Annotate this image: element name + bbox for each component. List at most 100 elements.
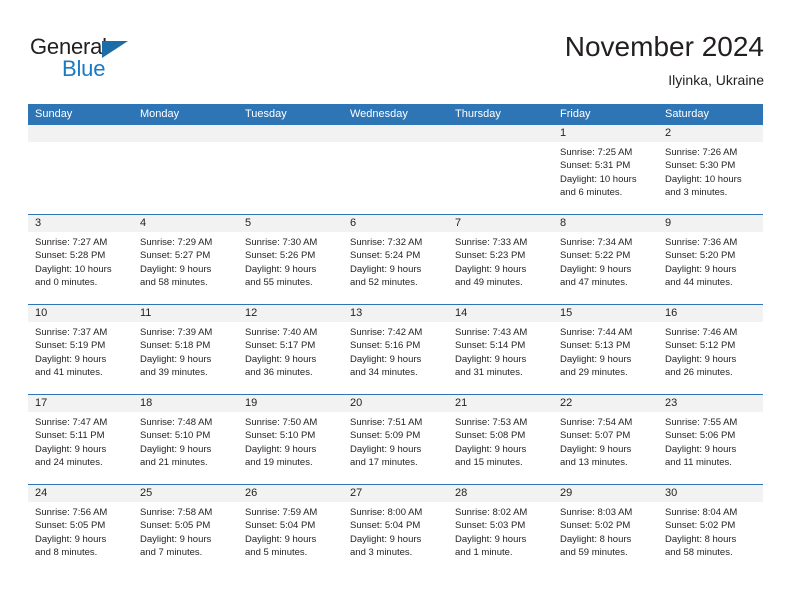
day-details: Sunrise: 8:03 AM Sunset: 5:02 PM Daylight:… (553, 502, 658, 560)
daylight-text-line2: and 13 minutes. (560, 457, 628, 469)
day-cell[interactable]: 10 Sunrise: 7:37 AM Sunset: 5:19 PM Dayligh… (28, 305, 133, 394)
day-details: Sunrise: 7:36 AM Sunset: 5:20 PM Daylight:… (658, 232, 763, 290)
daylight-text-line1: Daylight: 10 hours (35, 263, 112, 275)
weekday-wednesday: Wednesday (350, 108, 408, 120)
calendar-page: General Blue November 2024 Ilyinka, Ukra… (0, 0, 792, 612)
sunset-text: Sunset: 5:04 PM (350, 520, 421, 532)
day-cell-empty (343, 125, 448, 214)
day-cell[interactable]: 1 Sunrise: 7:25 AM Sunset: 5:31 PM Daylight… (553, 125, 658, 214)
day-cell[interactable]: 29 Sunrise: 8:03 AM Sunset: 5:02 PM Dayligh… (553, 485, 658, 574)
daylight-text-line2: and 5 minutes. (245, 547, 308, 559)
day-cell[interactable]: 19 Sunrise: 7:50 AM Sunset: 5:10 PM Dayligh… (238, 395, 343, 484)
logo-triangle-icon (102, 41, 128, 58)
day-cell[interactable]: 16 Sunrise: 7:46 AM Sunset: 5:12 PM Dayligh… (658, 305, 763, 394)
day-cell[interactable]: 25 Sunrise: 7:58 AM Sunset: 5:05 PM Dayligh… (133, 485, 238, 574)
day-cell[interactable]: 28 Sunrise: 8:02 AM Sunset: 5:03 PM Dayligh… (448, 485, 553, 574)
sunrise-text: Sunrise: 7:25 AM (560, 147, 633, 158)
sunset-text: Sunset: 5:22 PM (560, 250, 631, 262)
day-number (448, 125, 553, 142)
day-cell[interactable]: 9 Sunrise: 7:36 AM Sunset: 5:20 PM Daylight… (658, 215, 763, 304)
sunrise-text: Sunrise: 7:33 AM (455, 237, 528, 248)
daylight-text-line2: and 34 minutes. (350, 367, 418, 379)
daylight-text-line1: Daylight: 9 hours (455, 533, 527, 545)
day-cell[interactable]: 3 Sunrise: 7:27 AM Sunset: 5:28 PM Daylight… (28, 215, 133, 304)
weekday-sunday: Sunday (35, 108, 73, 120)
sunset-text: Sunset: 5:03 PM (455, 520, 526, 532)
sunrise-text: Sunrise: 7:37 AM (35, 327, 108, 338)
daylight-text-line1: Daylight: 9 hours (665, 443, 737, 455)
day-cell[interactable]: 18 Sunrise: 7:48 AM Sunset: 5:10 PM Dayligh… (133, 395, 238, 484)
day-cell[interactable]: 7 Sunrise: 7:33 AM Sunset: 5:23 PM Daylight… (448, 215, 553, 304)
sunset-text: Sunset: 5:28 PM (35, 250, 106, 262)
daylight-text-line2: and 1 minute. (455, 547, 513, 559)
sunrise-text: Sunrise: 8:00 AM (350, 507, 423, 518)
day-cell[interactable]: 23 Sunrise: 7:55 AM Sunset: 5:06 PM Dayligh… (658, 395, 763, 484)
day-number: 21 (448, 395, 553, 412)
day-details: Sunrise: 7:27 AM Sunset: 5:28 PM Daylight:… (28, 232, 133, 290)
sunrise-text: Sunrise: 7:44 AM (560, 327, 633, 338)
day-cell-empty (448, 125, 553, 214)
daylight-text-line2: and 21 minutes. (140, 457, 208, 469)
day-cell[interactable]: 24 Sunrise: 7:56 AM Sunset: 5:05 PM Dayligh… (28, 485, 133, 574)
day-cell[interactable]: 17 Sunrise: 7:47 AM Sunset: 5:11 PM Dayligh… (28, 395, 133, 484)
sunrise-text: Sunrise: 7:55 AM (665, 417, 738, 428)
day-cell[interactable]: 5 Sunrise: 7:30 AM Sunset: 5:26 PM Daylight… (238, 215, 343, 304)
daylight-text-line1: Daylight: 9 hours (350, 443, 422, 455)
sunset-text: Sunset: 5:24 PM (350, 250, 421, 262)
day-cell[interactable]: 21 Sunrise: 7:53 AM Sunset: 5:08 PM Dayligh… (448, 395, 553, 484)
day-details: Sunrise: 7:29 AM Sunset: 5:27 PM Daylight:… (133, 232, 238, 290)
day-details: Sunrise: 7:59 AM Sunset: 5:04 PM Daylight:… (238, 502, 343, 560)
day-number (133, 125, 238, 142)
day-number: 27 (343, 485, 448, 502)
logo-text-blue: Blue (62, 56, 106, 81)
day-number: 9 (658, 215, 763, 232)
day-details: Sunrise: 7:30 AM Sunset: 5:26 PM Daylight:… (238, 232, 343, 290)
sunrise-text: Sunrise: 7:32 AM (350, 237, 423, 248)
day-details: Sunrise: 7:46 AM Sunset: 5:12 PM Daylight:… (658, 322, 763, 380)
day-cell[interactable]: 8 Sunrise: 7:34 AM Sunset: 5:22 PM Daylight… (553, 215, 658, 304)
daylight-text-line2: and 3 minutes. (350, 547, 413, 559)
sunrise-text: Sunrise: 8:02 AM (455, 507, 528, 518)
calendar-weeks: 1 Sunrise: 7:25 AM Sunset: 5:31 PM Daylight… (28, 125, 763, 574)
day-number: 15 (553, 305, 658, 322)
daylight-text-line1: Daylight: 8 hours (665, 533, 737, 545)
day-cell[interactable]: 26 Sunrise: 7:59 AM Sunset: 5:04 PM Dayligh… (238, 485, 343, 574)
day-number: 30 (658, 485, 763, 502)
day-cell[interactable]: 20 Sunrise: 7:51 AM Sunset: 5:09 PM Dayligh… (343, 395, 448, 484)
sunrise-text: Sunrise: 7:36 AM (665, 237, 738, 248)
day-cell[interactable]: 14 Sunrise: 7:43 AM Sunset: 5:14 PM Dayligh… (448, 305, 553, 394)
day-cell[interactable]: 22 Sunrise: 7:54 AM Sunset: 5:07 PM Dayligh… (553, 395, 658, 484)
day-cell[interactable]: 11 Sunrise: 7:39 AM Sunset: 5:18 PM Dayligh… (133, 305, 238, 394)
sunset-text: Sunset: 5:11 PM (35, 430, 105, 442)
daylight-text-line2: and 55 minutes. (245, 277, 313, 289)
sunset-text: Sunset: 5:16 PM (350, 340, 421, 352)
day-cell[interactable]: 2 Sunrise: 7:26 AM Sunset: 5:30 PM Daylight… (658, 125, 763, 214)
daylight-text-line2: and 26 minutes. (665, 367, 733, 379)
day-number: 5 (238, 215, 343, 232)
day-cell[interactable]: 12 Sunrise: 7:40 AM Sunset: 5:17 PM Dayligh… (238, 305, 343, 394)
weekday-friday: Friday (560, 108, 591, 120)
day-cell[interactable]: 6 Sunrise: 7:32 AM Sunset: 5:24 PM Daylight… (343, 215, 448, 304)
daylight-text-line2: and 47 minutes. (560, 277, 628, 289)
day-number: 25 (133, 485, 238, 502)
day-number: 3 (28, 215, 133, 232)
daylight-text-line1: Daylight: 9 hours (350, 353, 422, 365)
daylight-text-line1: Daylight: 9 hours (560, 353, 632, 365)
daylight-text-line1: Daylight: 9 hours (35, 533, 107, 545)
day-cell[interactable]: 15 Sunrise: 7:44 AM Sunset: 5:13 PM Dayligh… (553, 305, 658, 394)
day-number: 6 (343, 215, 448, 232)
day-number: 14 (448, 305, 553, 322)
day-cell[interactable]: 30 Sunrise: 8:04 AM Sunset: 5:02 PM Dayligh… (658, 485, 763, 574)
day-cell[interactable]: 13 Sunrise: 7:42 AM Sunset: 5:16 PM Dayligh… (343, 305, 448, 394)
day-cell[interactable]: 4 Sunrise: 7:29 AM Sunset: 5:27 PM Daylight… (133, 215, 238, 304)
day-details: Sunrise: 7:34 AM Sunset: 5:22 PM Daylight:… (553, 232, 658, 290)
day-number: 4 (133, 215, 238, 232)
daylight-text-line2: and 59 minutes. (560, 547, 628, 559)
daylight-text-line2: and 0 minutes. (35, 277, 98, 289)
sunrise-text: Sunrise: 7:30 AM (245, 237, 318, 248)
day-cell[interactable]: 27 Sunrise: 8:00 AM Sunset: 5:04 PM Dayligh… (343, 485, 448, 574)
sunrise-text: Sunrise: 7:54 AM (560, 417, 633, 428)
sunset-text: Sunset: 5:07 PM (560, 430, 631, 442)
sunset-text: Sunset: 5:18 PM (140, 340, 211, 352)
weekday-tuesday: Tuesday (245, 108, 287, 120)
